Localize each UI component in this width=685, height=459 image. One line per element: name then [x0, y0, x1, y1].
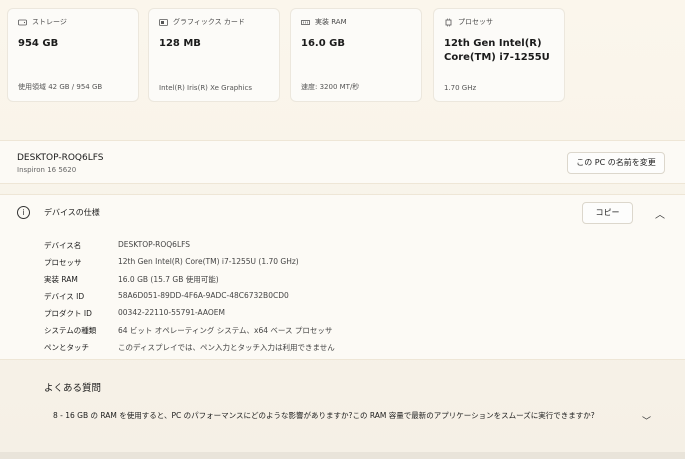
processor-card[interactable]: プロセッサ 12th Gen Intel(R) Core(TM) i7-1255…	[433, 8, 565, 102]
spec-row: ペンとタッチ このディスプレイでは、ペン入力とタッチ入力は利用できません	[44, 342, 664, 358]
spec-key: ペンとタッチ	[44, 343, 89, 352]
spec-value: 00342-22110-55791-AAOEM	[118, 308, 225, 317]
spec-value: 16.0 GB (15.7 GB 使用可能)	[118, 275, 219, 284]
card-sub: 速度: 3200 MT/秒	[301, 83, 360, 91]
storage-icon	[18, 18, 27, 27]
faq-question[interactable]: 8 - 16 GB の RAM を使用すると、PC のパフォーマンスにどのような…	[53, 409, 613, 423]
faq-title: よくある質問	[44, 383, 102, 394]
spec-value: 12th Gen Intel(R) Core(TM) i7-1255U (1.7…	[118, 257, 299, 266]
card-label: プロセッサ	[458, 18, 493, 26]
spec-key: プロダクト ID	[44, 309, 92, 318]
card-value: 954 GB	[18, 38, 59, 49]
device-specs-header[interactable]: i デバイスの仕様 コピー ︿	[0, 194, 685, 230]
copy-button[interactable]: コピー	[582, 202, 633, 224]
chevron-up-icon[interactable]: ︿	[655, 206, 665, 221]
card-sub: Intel(R) Iris(R) Xe Graphics	[159, 84, 253, 92]
device-specs-title: デバイスの仕様	[44, 208, 100, 217]
graphics-card-card[interactable]: グラフィックス カード 128 MB Intel(R) Iris(R) Xe G…	[148, 8, 280, 102]
hardware-summary-cards: ストレージ 954 GB 使用領域 42 GB / 954 GB グラフィックス…	[0, 0, 685, 112]
spec-key: デバイス ID	[44, 292, 85, 301]
card-label: 実装 RAM	[315, 18, 347, 26]
card-sub: 1.70 GHz	[444, 84, 477, 92]
pc-name: DESKTOP-ROQ6LFS	[17, 153, 104, 163]
processor-icon	[444, 18, 453, 27]
card-label: ストレージ	[32, 18, 67, 26]
chevron-down-icon[interactable]: ﹀	[642, 414, 651, 427]
spec-row: システムの種類 64 ビット オペレーティング システム、x64 ベース プロセ…	[44, 325, 664, 341]
device-specs-body: デバイス名 DESKTOP-ROQ6LFS プロセッサ 12th Gen Int…	[0, 230, 685, 360]
spec-key: 実装 RAM	[44, 275, 78, 284]
card-value: 128 MB	[159, 38, 201, 49]
card-value: 16.0 GB	[301, 38, 345, 49]
ram-icon	[301, 18, 310, 27]
pc-model: Inspiron 16 5620	[17, 166, 77, 174]
spec-row: プロセッサ 12th Gen Intel(R) Core(TM) i7-1255…	[44, 257, 664, 273]
spec-row: デバイス名 DESKTOP-ROQ6LFS	[44, 240, 664, 256]
rename-pc-button[interactable]: この PC の名前を変更	[567, 152, 665, 174]
graphics-card-icon	[159, 18, 168, 27]
bottom-divider	[0, 452, 685, 459]
ram-card[interactable]: 実装 RAM 16.0 GB 速度: 3200 MT/秒	[290, 8, 422, 102]
card-sub: 使用領域 42 GB / 954 GB	[18, 83, 103, 91]
spec-value: DESKTOP-ROQ6LFS	[118, 240, 191, 249]
spec-key: デバイス名	[44, 241, 82, 250]
spec-key: システムの種類	[44, 326, 97, 335]
spec-value: 58A6D051-89DD-4F6A-9ADC-48C6732B0CD0	[118, 291, 289, 300]
spec-value: 64 ビット オペレーティング システム、x64 ベース プロセッサ	[118, 326, 333, 335]
spec-value: このディスプレイでは、ペン入力とタッチ入力は利用できません	[118, 343, 335, 352]
pc-name-section: DESKTOP-ROQ6LFS Inspiron 16 5620 この PC の…	[0, 140, 685, 184]
card-value: 12th Gen Intel(R) Core(TM) i7-1255U	[444, 38, 550, 63]
spec-row: 実装 RAM 16.0 GB (15.7 GB 使用可能)	[44, 274, 664, 290]
card-label: グラフィックス カード	[173, 18, 245, 26]
spec-row: デバイス ID 58A6D051-89DD-4F6A-9ADC-48C6732B…	[44, 291, 664, 307]
spec-key: プロセッサ	[44, 258, 82, 267]
spec-row: プロダクト ID 00342-22110-55791-AAOEM	[44, 308, 664, 324]
info-icon: i	[17, 206, 30, 219]
storage-card[interactable]: ストレージ 954 GB 使用領域 42 GB / 954 GB	[7, 8, 139, 102]
